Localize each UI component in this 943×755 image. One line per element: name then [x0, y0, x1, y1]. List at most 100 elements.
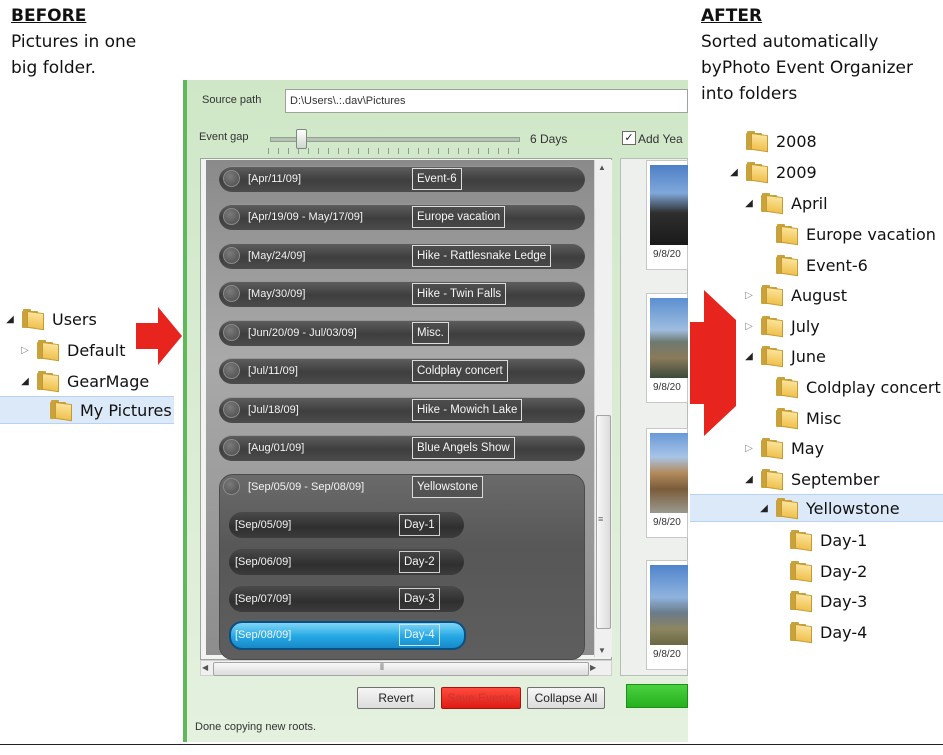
event-row[interactable]: [May/24/09] Hike - Rattlesnake Ledge: [219, 243, 585, 269]
event-radio[interactable]: [223, 285, 240, 302]
scroll-grip-icon: ⦀: [380, 662, 384, 672]
event-gap-slider-thumb[interactable]: [296, 129, 307, 149]
collapsed-arrow-icon[interactable]: ▷: [19, 345, 31, 356]
folder-icon: [37, 371, 59, 393]
event-row[interactable]: [Aug/01/09] Blue Angels Show: [219, 435, 585, 461]
tree-item-june[interactable]: ◢ June: [743, 342, 826, 370]
photo-image: [650, 165, 688, 245]
day-row-selected[interactable]: [Sep/08/09] Day-4: [229, 621, 466, 650]
day-row[interactable]: [Sep/05/09] Day-1: [229, 512, 464, 538]
day-name-field[interactable]: Day-2: [399, 551, 440, 573]
day-row[interactable]: [Sep/06/09] Day-2: [229, 549, 464, 575]
day-name-field[interactable]: Day-1: [399, 514, 440, 536]
source-path-input[interactable]: D:\Users\.:.dav\Pictures: [285, 89, 688, 113]
day-name-field[interactable]: Day-4: [399, 624, 440, 646]
save-events-button[interactable]: Save Events: [441, 687, 521, 709]
tree-item-2009[interactable]: ◢ 2009: [728, 158, 817, 186]
tree-item-2008[interactable]: 2008: [746, 128, 817, 155]
event-date: [May/24/09]: [248, 250, 306, 262]
event-radio[interactable]: [223, 324, 240, 341]
event-radio[interactable]: [223, 401, 240, 418]
tree-item-label: Day-3: [820, 591, 868, 611]
tree-item-april[interactable]: ◢ April: [743, 189, 828, 217]
photo-date: 9/8/20: [653, 382, 681, 393]
tree-item-day-4[interactable]: Day-4: [790, 618, 867, 646]
tree-item-event-6[interactable]: Event-6: [776, 251, 868, 279]
day-date: [Sep/05/09]: [235, 519, 292, 531]
expanded-arrow-icon[interactable]: ◢: [743, 474, 755, 485]
event-name-field[interactable]: Hike - Mowich Lake: [412, 399, 523, 421]
collapse-all-button[interactable]: Collapse All: [527, 687, 605, 709]
status-text: Done copying new roots.: [195, 721, 317, 733]
before-heading: BEFORE: [11, 6, 87, 26]
event-row[interactable]: [May/30/09] Hike - Twin Falls: [219, 281, 585, 307]
event-name-field[interactable]: Event-6: [412, 168, 462, 190]
event-gap-slider-track[interactable]: [270, 137, 520, 142]
event-date: [Jul/18/09]: [248, 404, 299, 416]
photo-thumbnail[interactable]: 9/8/20: [646, 428, 688, 538]
expanded-arrow-icon[interactable]: ◢: [4, 314, 16, 325]
day-row[interactable]: [Sep/07/09] Day-3: [229, 586, 464, 612]
events-horizontal-scroll-thumb[interactable]: [213, 662, 589, 676]
event-radio[interactable]: [223, 478, 240, 495]
event-row[interactable]: [Jul/18/09] Hike - Mowich Lake: [219, 397, 585, 423]
event-radio[interactable]: [223, 247, 240, 264]
event-name-field[interactable]: Coldplay concert: [412, 360, 508, 382]
event-row[interactable]: [Apr/19/09 - May/17/09] Europe vacation: [219, 204, 585, 230]
tree-item-default[interactable]: ▷ Default: [19, 336, 125, 364]
event-radio[interactable]: [223, 362, 240, 379]
day-name-field[interactable]: Day-3: [399, 588, 440, 610]
event-name-field[interactable]: Yellowstone: [412, 476, 483, 498]
tree-item-label: Default: [67, 340, 126, 360]
collapsed-arrow-icon[interactable]: ▷: [743, 321, 755, 332]
event-row[interactable]: [Jul/11/09] Coldplay concert: [219, 358, 585, 384]
expanded-arrow-icon[interactable]: ◢: [728, 167, 740, 178]
scroll-up-arrow-icon[interactable]: ▲: [598, 163, 606, 172]
collapsed-arrow-icon[interactable]: ▷: [743, 290, 755, 301]
event-radio[interactable]: [223, 208, 240, 225]
tree-item-august[interactable]: ▷ August: [743, 281, 847, 309]
add-year-checkbox[interactable]: ✓: [622, 131, 636, 145]
tree-item-gearmage[interactable]: ◢ GearMage: [19, 367, 149, 395]
photo-thumbnail[interactable]: 9/8/20: [646, 293, 688, 403]
event-row[interactable]: [Jun/20/09 - Jul/03/09] Misc.: [219, 320, 585, 346]
tree-item-coldplay-concert[interactable]: Coldplay concert: [776, 373, 941, 401]
tree-item-day-1[interactable]: Day-1: [790, 526, 867, 554]
photo-thumbnail[interactable]: 9/8/20: [646, 560, 688, 670]
tree-item-day-3[interactable]: Day-3: [790, 587, 867, 615]
tree-item-may[interactable]: ▷ May: [743, 434, 824, 462]
event-name-field[interactable]: Blue Angels Show: [412, 437, 515, 459]
folder-icon: [790, 530, 812, 552]
scroll-left-arrow-icon[interactable]: ◀: [202, 663, 208, 672]
revert-button[interactable]: Revert: [357, 687, 435, 709]
event-row-expanded[interactable]: [Sep/05/09 - Sep/08/09] Yellowstone: [219, 474, 585, 500]
tree-item-label: Users: [52, 309, 97, 329]
add-year-label: Add Yea: [638, 132, 683, 146]
folder-icon: [761, 438, 783, 460]
event-name-field[interactable]: Europe vacation: [412, 206, 506, 228]
tree-item-september[interactable]: ◢ September: [743, 465, 879, 493]
event-name-field[interactable]: Misc.: [412, 322, 449, 344]
event-radio[interactable]: [223, 439, 240, 456]
tree-item-my-pictures[interactable]: My Pictures: [0, 396, 174, 424]
expanded-arrow-icon[interactable]: ◢: [758, 503, 770, 514]
tree-item-day-2[interactable]: Day-2: [790, 557, 867, 585]
tree-item-misc[interactable]: Misc: [776, 404, 841, 432]
event-name-field[interactable]: Hike - Twin Falls: [412, 283, 507, 305]
event-name-field[interactable]: Hike - Rattlesnake Ledge: [412, 245, 552, 267]
tree-item-yellowstone[interactable]: ◢ Yellowstone: [690, 494, 943, 522]
event-row[interactable]: [Apr/11/09] Event-6: [219, 166, 585, 192]
after-folder-tree: 2008 ◢ 2009 ◢ April Europe vacation Even…: [690, 128, 943, 648]
collapsed-arrow-icon[interactable]: ▷: [743, 443, 755, 454]
scroll-down-arrow-icon[interactable]: ▼: [598, 646, 606, 655]
event-radio[interactable]: [223, 170, 240, 187]
scroll-right-arrow-icon[interactable]: ▶: [590, 663, 596, 672]
photo-thumbnail[interactable]: 9/8/20: [646, 160, 688, 270]
tree-item-july[interactable]: ▷ July: [743, 312, 820, 340]
tree-item-users[interactable]: ◢ Users: [4, 305, 97, 333]
expanded-arrow-icon[interactable]: ◢: [743, 351, 755, 362]
expanded-arrow-icon[interactable]: ◢: [19, 376, 31, 387]
expanded-arrow-icon[interactable]: ◢: [743, 198, 755, 209]
tree-item-europe-vacation[interactable]: Europe vacation: [776, 220, 936, 248]
event-gap-value: 6 Days: [530, 132, 568, 146]
